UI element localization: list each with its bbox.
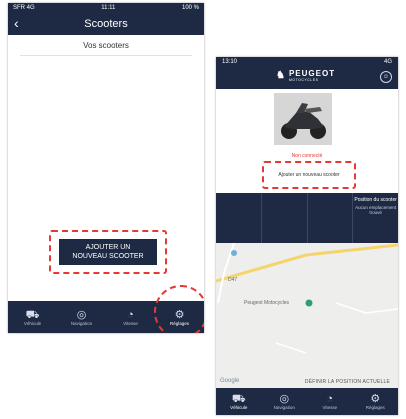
connection-status: Non connecté	[291, 153, 323, 159]
highlight-add-link: Ajouter un nouveau scooter	[262, 161, 356, 189]
map-view[interactable]: D47 Peugeot Motocycles	[216, 243, 398, 388]
highlight-settings-tab	[154, 285, 204, 333]
tab-label: Véhicule	[23, 320, 42, 326]
position-desc: Aucun emplacement trouvé	[355, 205, 397, 215]
brand-name: PEUGEOT	[288, 69, 336, 78]
info-band: Position du scooter Aucun emplacement tr…	[216, 193, 398, 243]
tab-bar: ⛟ Véhicule ◎ Navigation ◔ Vitesse ⚙ Régl…	[216, 388, 398, 415]
scooter-icon: ⛟	[25, 308, 40, 321]
network-text: 4G	[383, 59, 392, 65]
set-position-button[interactable]: DÉFINIR LA POSITION ACTUELLE	[305, 379, 390, 385]
tab-navigation[interactable]: ◎ Navigation	[262, 388, 308, 415]
add-scooter-link[interactable]: Ajouter un nouveau scooter	[278, 172, 339, 178]
tab-label: Navigation	[70, 320, 93, 326]
clock-text: 13:10	[222, 59, 238, 65]
phone-screen-home: 13:10 4G ♞ PEUGEOT MOTOCYCLES ☺ Non conn…	[216, 57, 398, 415]
peugeot-logo: ♞ PEUGEOT MOTOCYCLES	[276, 69, 335, 82]
scooter-photo	[274, 93, 332, 145]
tab-label: Navigation	[273, 405, 295, 410]
position-title: Position du scooter	[354, 197, 397, 203]
map-footer: Google DÉFINIR LA POSITION ACTUELLE	[216, 377, 398, 388]
position-cell: Position du scooter Aucun emplacement tr…	[353, 193, 398, 243]
map-graphic	[216, 243, 398, 388]
header: SFR 4G 11:11 100 % ‹ Scooters	[8, 3, 204, 35]
battery-text: 100 %	[181, 5, 199, 11]
gear-icon: ⚙	[370, 393, 381, 405]
road-label: D47	[228, 277, 238, 283]
back-arrow-icon[interactable]: ‹	[14, 15, 19, 31]
user-icon[interactable]: ☺	[380, 71, 392, 83]
tab-vehicle[interactable]: ⛟ Véhicule	[216, 388, 262, 415]
scooter-icon: ⛟	[231, 393, 246, 405]
brand-sub: MOTOCYCLES	[288, 78, 319, 82]
navigation-icon: ◎	[279, 393, 290, 405]
tab-settings[interactable]: ⚙ Réglages	[353, 388, 399, 415]
page-title: Scooters	[84, 18, 128, 30]
clock-text: 11:11	[101, 5, 116, 11]
add-scooter-line1: AJOUTER UN	[85, 244, 131, 251]
info-cell	[308, 193, 354, 243]
nav-bar: ‹ Scooters	[8, 13, 204, 35]
brand-header: 13:10 4G ♞ PEUGEOT MOTOCYCLES ☺	[216, 57, 398, 89]
info-cell	[262, 193, 308, 243]
speedometer-icon: ◔	[326, 393, 334, 405]
speedometer-icon: ◔	[127, 308, 134, 321]
poi-label: Peugeot Motocycles	[244, 300, 290, 306]
google-logo: Google	[220, 378, 240, 384]
tab-label: Réglages	[365, 405, 385, 410]
tab-label: Vitesse	[123, 320, 138, 326]
tab-speed[interactable]: ◔ Vitesse	[307, 388, 353, 415]
tab-speed[interactable]: ◔ Vitesse	[106, 301, 155, 333]
tab-navigation[interactable]: ◎ Navigation	[57, 301, 106, 333]
status-bar: SFR 4G 11:11 100 %	[8, 3, 204, 13]
lion-icon: ♞	[276, 70, 286, 81]
scooters-subtitle: Vos scooters	[20, 35, 192, 56]
tab-vehicle[interactable]: ⛟ Véhicule	[8, 301, 57, 333]
tab-label: Véhicule	[230, 405, 248, 410]
info-cell	[216, 193, 262, 243]
tab-label: Vitesse	[322, 405, 338, 410]
add-scooter-line2: NOUVEAU SCOOTER	[72, 253, 144, 260]
highlight-add-scooter: AJOUTER UN NOUVEAU SCOOTER	[49, 230, 167, 274]
add-scooter-button[interactable]: AJOUTER UN NOUVEAU SCOOTER	[59, 239, 157, 265]
navigation-icon: ◎	[76, 308, 87, 321]
carrier-text: SFR 4G	[13, 5, 35, 11]
phone-screen-scooters: SFR 4G 11:11 100 % ‹ Scooters Vos scoote…	[8, 3, 204, 333]
